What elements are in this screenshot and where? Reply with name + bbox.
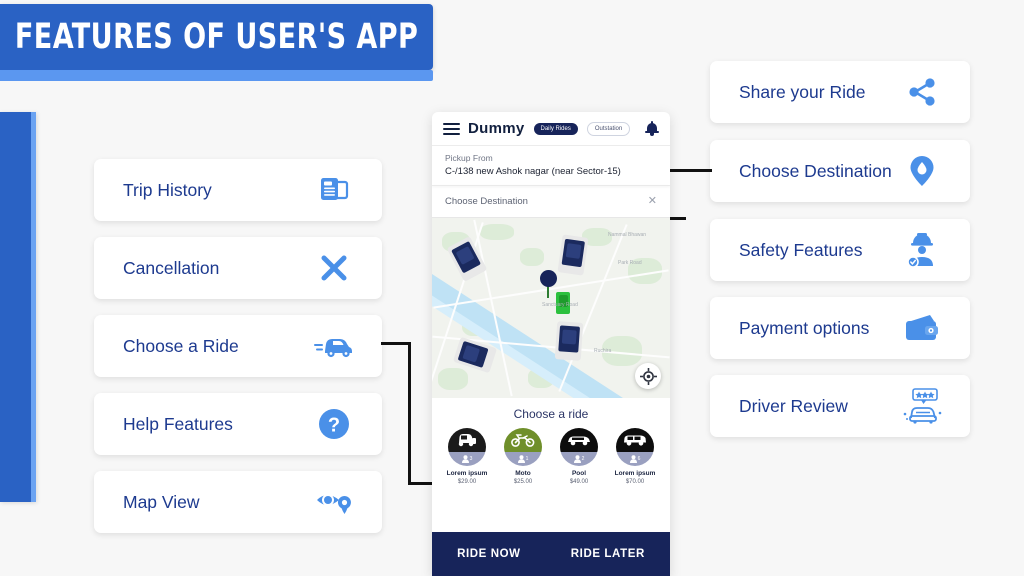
page-title: FEATURES OF USER'S APP — [14, 17, 419, 57]
hamburger-icon[interactable] — [443, 122, 460, 135]
ride-capacity: 3 — [448, 451, 486, 466]
suv-icon — [616, 428, 654, 452]
ride-price: $49.00 — [569, 479, 589, 485]
feature-card-choose-destination[interactable]: Choose Destination — [710, 140, 970, 202]
ride-price: $29.00 — [457, 479, 477, 485]
ride-seat-count: 3 — [469, 455, 473, 462]
feature-label: Driver Review — [739, 395, 848, 416]
feature-card-choose-a-ride[interactable]: Choose a Ride — [94, 315, 382, 377]
feature-card-driver-review[interactable]: Driver Review — [710, 375, 970, 437]
app-brand-name: Dummy — [468, 120, 525, 137]
ride-option-pool[interactable]: 2 Pool $49.00 — [555, 428, 603, 485]
close-icon[interactable]: ✕ — [648, 196, 657, 207]
ride-capacity: 6 — [616, 451, 654, 466]
feature-card-map-view[interactable]: Map View — [94, 471, 382, 533]
connector-left-horizontal-top — [381, 342, 411, 345]
feature-label: Choose a Ride — [123, 335, 239, 356]
feature-card-trip-history[interactable]: Trip History — [94, 159, 382, 221]
feature-label: Cancellation — [123, 257, 220, 278]
map-label: Ruchira — [594, 348, 612, 354]
ride-name: Lorem ipsum — [614, 470, 656, 477]
feature-card-share-your-ride[interactable]: Share your Ride — [710, 61, 970, 123]
ride-seat-count: 1 — [525, 455, 529, 462]
phone-mockup: Dummy Daily Rides Outstation Pickup From… — [432, 112, 670, 576]
map-label: Sanctuary Road — [542, 302, 578, 308]
ride-icon-circle: 1 — [504, 428, 542, 466]
ride-name: Pool — [571, 470, 587, 477]
feature-card-payment-options[interactable]: Payment options — [710, 297, 970, 359]
wallet-icon — [900, 308, 944, 348]
question-mark-icon: ? — [312, 404, 356, 444]
feature-label: Trip History — [123, 179, 212, 200]
feature-label: Share your Ride — [739, 81, 866, 102]
choose-a-ride-heading: Choose a ride — [513, 407, 589, 421]
ride-name: Lorem ipsum — [446, 470, 488, 477]
feature-label: Payment options — [739, 317, 870, 338]
svg-text:?: ? — [328, 415, 340, 437]
bell-icon[interactable] — [645, 120, 659, 137]
taxi-stars-icon — [900, 386, 944, 426]
feature-label: Map View — [123, 491, 200, 512]
map-pin-icon[interactable] — [540, 270, 557, 287]
crosshair-icon[interactable] — [635, 363, 661, 389]
ride-seat-count: 2 — [581, 455, 585, 462]
auto-rickshaw-icon — [448, 428, 486, 452]
feature-label: Safety Features — [739, 239, 863, 260]
feature-card-cancellation[interactable]: Cancellation — [94, 237, 382, 299]
sedan-icon — [560, 428, 598, 452]
map-car-marker — [554, 321, 584, 361]
safety-helmet-icon — [900, 230, 944, 270]
ride-icon-circle: 3 — [448, 428, 486, 466]
pickup-field[interactable]: Pickup From C-/138 new Ashok nagar (near… — [432, 146, 670, 186]
left-accent-bar — [0, 112, 36, 502]
map-label: Park Road — [618, 260, 642, 266]
map-car-marker — [557, 234, 589, 276]
pickup-label: Pickup From — [445, 153, 493, 163]
ride-seat-count: 6 — [637, 455, 641, 462]
feature-card-help-features[interactable]: Help Features ? — [94, 393, 382, 455]
map-view[interactable]: Nammal Bhawan Ruchira Park Road Sanctuar… — [432, 218, 670, 398]
feature-card-safety-features[interactable]: Safety Features — [710, 219, 970, 281]
motorbike-icon — [504, 428, 542, 452]
ride-capacity: 2 — [560, 451, 598, 466]
ride-option-suv[interactable]: 6 Lorem ipsum $70.00 — [611, 428, 659, 485]
location-pin-icon — [900, 151, 944, 191]
document-list-icon — [312, 170, 356, 210]
title-underline-bar — [0, 70, 433, 81]
ride-later-button[interactable]: RIDE LATER — [571, 548, 645, 560]
ride-name: Moto — [515, 470, 531, 477]
ride-icon-circle: 6 — [616, 428, 654, 466]
ride-icon-circle: 2 — [560, 428, 598, 466]
destination-field[interactable]: Choose Destination ✕ — [432, 186, 670, 218]
ride-option-moto[interactable]: 1 Moto $25.00 — [499, 428, 547, 485]
connector-left-vertical — [408, 342, 411, 485]
tab-daily-rides[interactable]: Daily Rides — [533, 122, 578, 135]
ride-price: $70.00 — [625, 479, 645, 485]
ride-capacity: 1 — [504, 451, 542, 466]
app-header: Dummy Daily Rides Outstation — [432, 112, 670, 146]
page-title-banner: FEATURES OF USER'S APP — [0, 4, 433, 70]
ride-options-list: 3 Lorem ipsum $29.00 1 Moto $25.00 2 Poo… — [432, 428, 670, 485]
feature-label: Choose Destination — [739, 160, 892, 181]
cross-icon — [312, 248, 356, 288]
share-icon — [900, 72, 944, 112]
map-label: Nammal Bhawan — [608, 232, 647, 238]
feature-label: Help Features — [123, 413, 233, 434]
pickup-value: C-/138 new Ashok nagar (near Sector-15) — [445, 166, 621, 177]
map-eye-pin-icon — [312, 482, 356, 522]
destination-placeholder: Choose Destination — [445, 196, 528, 207]
ride-now-button[interactable]: RIDE NOW — [457, 548, 521, 560]
car-icon — [312, 326, 356, 366]
ride-option-auto[interactable]: 3 Lorem ipsum $29.00 — [443, 428, 491, 485]
ride-price: $25.00 — [513, 479, 533, 485]
tab-outstation[interactable]: Outstation — [586, 121, 631, 136]
connector-right-horizontal-top — [666, 169, 712, 172]
cta-bar: RIDE NOW RIDE LATER — [432, 532, 670, 576]
